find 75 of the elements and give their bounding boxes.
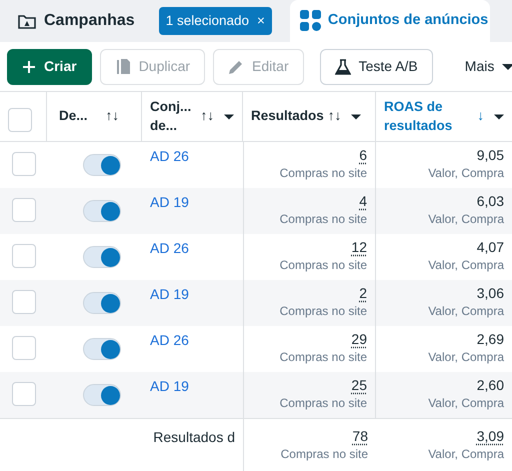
result-value[interactable]: 4 (359, 193, 367, 209)
roas-label: Valor, Compra (427, 257, 504, 274)
sort-icon[interactable]: ↑↓ (328, 106, 342, 127)
column-header[interactable]: Conj... de... (150, 98, 192, 135)
tab[interactable]: Campanhas 1 selecionado × (0, 0, 282, 42)
roas-value[interactable]: 3,09 (476, 428, 504, 444)
row-checkbox[interactable] (12, 244, 36, 268)
caret-icon[interactable] (494, 112, 504, 120)
result-label: Compras no site (278, 257, 367, 274)
grid-icon (300, 10, 322, 32)
ad-set-link[interactable]: AD 19 (150, 286, 189, 302)
tab[interactable]: Conjuntos de anúncios (290, 0, 490, 42)
result-label: Compras no site (278, 303, 367, 320)
sort-icon[interactable]: ↑↓ (200, 106, 214, 127)
column-header[interactable]: Resultados (251, 107, 324, 126)
toggle-switch[interactable] (83, 154, 121, 176)
toolbar-button[interactable]: Criar (7, 48, 92, 84)
tab-label: Conjuntos de anúncios (328, 11, 488, 30)
row-checkbox[interactable] (12, 382, 36, 406)
result-label: Compras no site (278, 349, 367, 366)
pencil-icon (228, 58, 244, 74)
result-value[interactable]: 25 (351, 377, 367, 393)
caret-icon[interactable] (351, 112, 362, 120)
totals-label: Resultados d (153, 429, 235, 445)
sort-icon[interactable]: ↓ (477, 106, 484, 127)
roas-value: 2,60 (476, 377, 504, 393)
select-all-checkbox[interactable] (8, 108, 32, 132)
roas-value: 9,05 (476, 147, 504, 163)
toggle-switch[interactable] (83, 338, 121, 360)
sort-icon[interactable]: ↑↓ (106, 106, 120, 127)
folder-icon (18, 13, 36, 29)
result-value[interactable]: 6 (359, 147, 367, 163)
selection-badge[interactable]: 1 selecionado × (158, 6, 272, 36)
ad-set-link[interactable]: AD 26 (150, 148, 189, 164)
row-checkbox[interactable] (12, 152, 36, 176)
roas-value: 3,06 (476, 285, 504, 301)
result-label: Compras no site (278, 211, 367, 228)
roas-value: 6,03 (476, 193, 504, 209)
result-value[interactable]: 78 (352, 428, 368, 444)
toggle-switch[interactable] (83, 292, 121, 314)
toggle-switch[interactable] (83, 200, 121, 222)
roas-value: 4,07 (476, 239, 504, 255)
result-value[interactable]: 12 (351, 239, 367, 255)
column-header[interactable]: De... (55, 107, 88, 126)
roas-label: Valor, Compra (427, 349, 504, 366)
row-checkbox[interactable] (12, 198, 36, 222)
caret-icon (502, 62, 512, 70)
toggle-switch[interactable] (83, 384, 121, 406)
ad-set-link[interactable]: AD 26 (150, 332, 189, 348)
column-header[interactable]: ROAS de resultados (384, 98, 454, 135)
flask-icon (334, 58, 351, 74)
ad-set-link[interactable]: AD 26 (150, 240, 189, 256)
roas-label: Valor, Compra (427, 165, 504, 182)
toggle-switch[interactable] (83, 246, 121, 268)
row-checkbox[interactable] (12, 290, 36, 314)
plus-icon (22, 60, 36, 74)
copy-icon (114, 58, 131, 76)
result-value[interactable]: 29 (351, 331, 367, 347)
result-label: Compras no site (278, 395, 367, 412)
selection-count: 1 selecionado (166, 12, 250, 30)
roas-label: Valor, Compra (427, 446, 504, 463)
toolbar-button[interactable]: Teste A/B (320, 48, 433, 84)
roas-label: Valor, Compra (427, 395, 504, 412)
roas-label: Valor, Compra (427, 211, 504, 228)
roas-label: Valor, Compra (427, 303, 504, 320)
row-checkbox[interactable] (12, 336, 36, 360)
roas-value: 2,69 (476, 331, 504, 347)
ad-set-link[interactable]: AD 19 (150, 378, 189, 394)
result-value[interactable]: 2 (359, 285, 367, 301)
result-label: Compras no site (280, 446, 368, 463)
close-icon[interactable]: × (257, 10, 265, 32)
ad-set-link[interactable]: AD 19 (150, 194, 189, 210)
caret-icon[interactable] (224, 112, 234, 120)
tab-label: Campanhas (44, 11, 135, 31)
result-label: Compras no site (278, 165, 367, 182)
